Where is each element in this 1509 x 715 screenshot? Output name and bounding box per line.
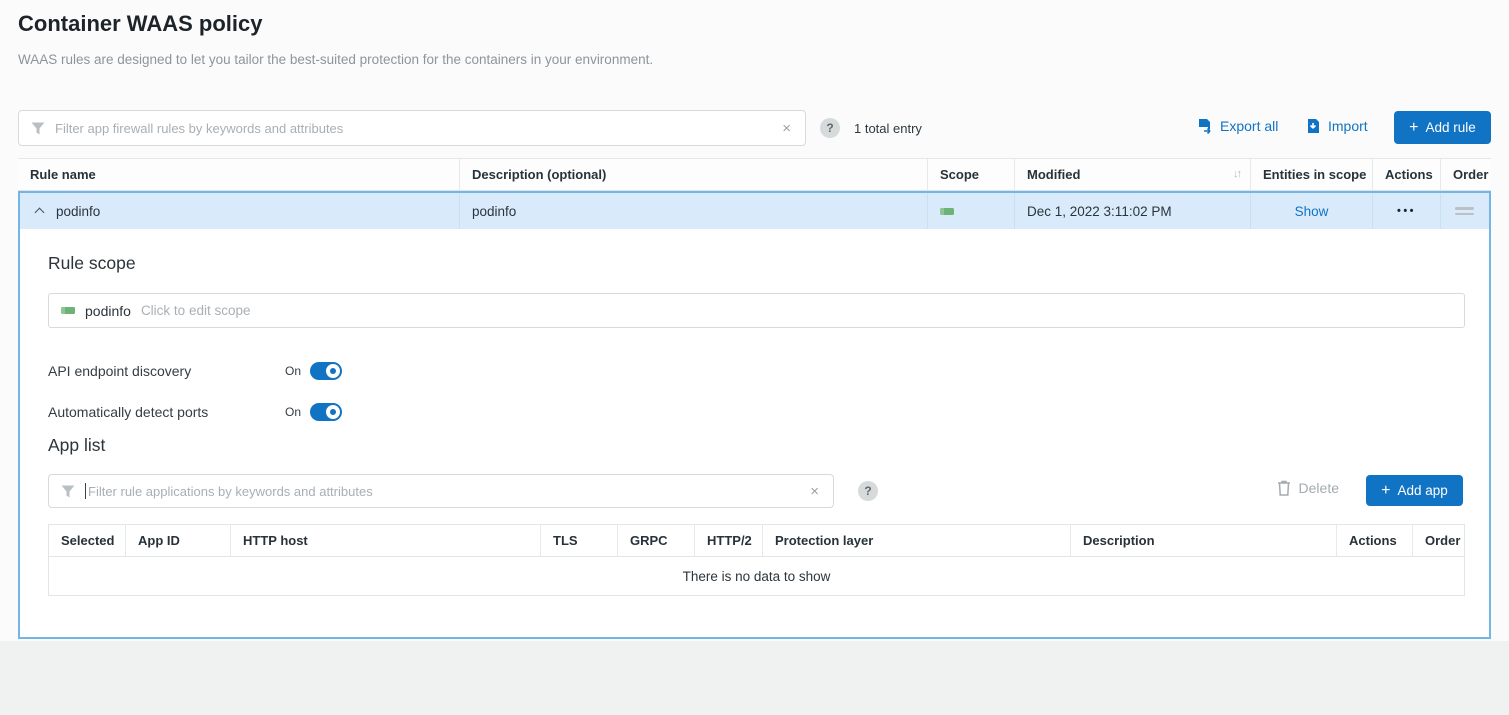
app-table-header: Selected App ID HTTP host TLS GRPC HTTP/…	[49, 525, 1464, 557]
col-selected: Selected	[49, 525, 126, 556]
empty-state-message: There is no data to show	[49, 557, 1464, 595]
col-app-order: Order	[1413, 525, 1464, 556]
filter-icon	[31, 122, 45, 135]
add-app-button[interactable]: + Add app	[1366, 475, 1463, 506]
table-row[interactable]: podinfo podinfo Dec 1, 2022 3:11:02 PM S…	[20, 193, 1489, 229]
collection-icon	[61, 307, 75, 314]
app-table: Selected App ID HTTP host TLS GRPC HTTP/…	[48, 524, 1465, 596]
rule-description-cell: podinfo	[460, 193, 928, 229]
clear-filter-icon[interactable]: ×	[780, 120, 793, 137]
rule-name: podinfo	[56, 204, 100, 219]
collection-icon	[940, 208, 954, 215]
total-entry-count: 1 total entry	[854, 121, 922, 136]
page-background-strip	[0, 641, 1509, 715]
api-endpoint-discovery-state: On	[285, 364, 301, 378]
rule-scope-cell	[928, 193, 1015, 229]
col-actions: Actions	[1373, 159, 1441, 190]
col-app-description: Description	[1071, 525, 1337, 556]
api-endpoint-discovery-toggle[interactable]	[310, 362, 342, 380]
plus-icon: +	[1409, 119, 1418, 137]
col-modified[interactable]: Modified ↓↑	[1015, 159, 1251, 190]
show-entities-link[interactable]: Show	[1295, 204, 1329, 219]
api-endpoint-discovery-row: API endpoint discovery On	[48, 362, 342, 380]
help-icon[interactable]: ?	[820, 118, 840, 138]
container-waas-policy-page: Container WAAS policy WAAS rules are des…	[0, 0, 1509, 715]
actions-menu-icon[interactable]: •••	[1397, 205, 1416, 217]
app-list-title: App list	[48, 435, 105, 456]
scope-edit-hint: Click to edit scope	[141, 303, 251, 318]
api-endpoint-discovery-label: API endpoint discovery	[48, 363, 285, 379]
col-order: Order	[1441, 159, 1491, 190]
app-filter-box[interactable]: ×	[48, 474, 834, 508]
col-http-host: HTTP host	[231, 525, 541, 556]
help-icon[interactable]: ?	[858, 481, 878, 501]
scope-value: podinfo	[85, 303, 131, 319]
col-description[interactable]: Description (optional)	[460, 159, 928, 190]
rule-scope-field[interactable]: podinfo Click to edit scope	[48, 293, 1465, 328]
col-app-actions: Actions	[1337, 525, 1413, 556]
rule-expanded-unit: podinfo podinfo Dec 1, 2022 3:11:02 PM S…	[18, 191, 1491, 639]
auto-detect-ports-toggle[interactable]	[310, 403, 342, 421]
app-filter-input[interactable]	[88, 484, 808, 499]
trash-icon	[1277, 480, 1291, 496]
col-http2: HTTP/2	[695, 525, 763, 556]
rule-scope-title: Rule scope	[48, 253, 136, 274]
export-all-label: Export all	[1220, 118, 1278, 134]
rules-filter-box[interactable]: ×	[18, 110, 806, 146]
export-icon	[1197, 118, 1213, 134]
col-grpc: GRPC	[618, 525, 695, 556]
add-rule-button[interactable]: + Add rule	[1394, 111, 1491, 144]
export-all-button[interactable]: Export all	[1197, 118, 1278, 134]
entities-in-scope-cell: Show	[1251, 193, 1373, 229]
sort-icon[interactable]: ↓↑	[1233, 168, 1240, 180]
rules-filter-input[interactable]	[55, 121, 780, 136]
col-modified-label: Modified	[1027, 167, 1080, 182]
import-label: Import	[1328, 118, 1368, 134]
chevron-up-icon[interactable]	[35, 208, 45, 218]
import-button[interactable]: Import	[1305, 118, 1368, 134]
rule-modified-cell: Dec 1, 2022 3:11:02 PM	[1015, 193, 1251, 229]
delete-app-button[interactable]: Delete	[1277, 480, 1339, 496]
rule-name-cell[interactable]: podinfo	[20, 193, 460, 229]
page-subtitle: WAAS rules are designed to let you tailo…	[18, 52, 653, 67]
add-app-label: Add app	[1398, 483, 1448, 498]
rule-detail-panel: Rule scope podinfo Click to edit scope A…	[20, 229, 1489, 637]
rule-order-cell	[1441, 193, 1487, 229]
col-rule-name[interactable]: Rule name	[18, 159, 460, 190]
clear-filter-icon[interactable]: ×	[808, 483, 821, 500]
col-protection-layer: Protection layer	[763, 525, 1071, 556]
rules-table-header: Rule name Description (optional) Scope M…	[18, 158, 1491, 191]
col-entities[interactable]: Entities in scope	[1251, 159, 1373, 190]
filter-icon	[61, 485, 75, 498]
text-cursor	[85, 483, 86, 499]
plus-icon: +	[1381, 482, 1390, 500]
drag-handle-icon[interactable]	[1455, 204, 1474, 218]
auto-detect-ports-label: Automatically detect ports	[48, 404, 285, 420]
col-tls: TLS	[541, 525, 618, 556]
col-app-id: App ID	[126, 525, 231, 556]
auto-detect-ports-state: On	[285, 405, 301, 419]
col-scope[interactable]: Scope	[928, 159, 1015, 190]
page-title: Container WAAS policy	[18, 11, 262, 37]
import-icon	[1305, 118, 1321, 134]
add-rule-label: Add rule	[1426, 120, 1476, 135]
rule-actions-cell: •••	[1373, 193, 1441, 229]
auto-detect-ports-row: Automatically detect ports On	[48, 403, 342, 421]
delete-label: Delete	[1299, 480, 1339, 496]
